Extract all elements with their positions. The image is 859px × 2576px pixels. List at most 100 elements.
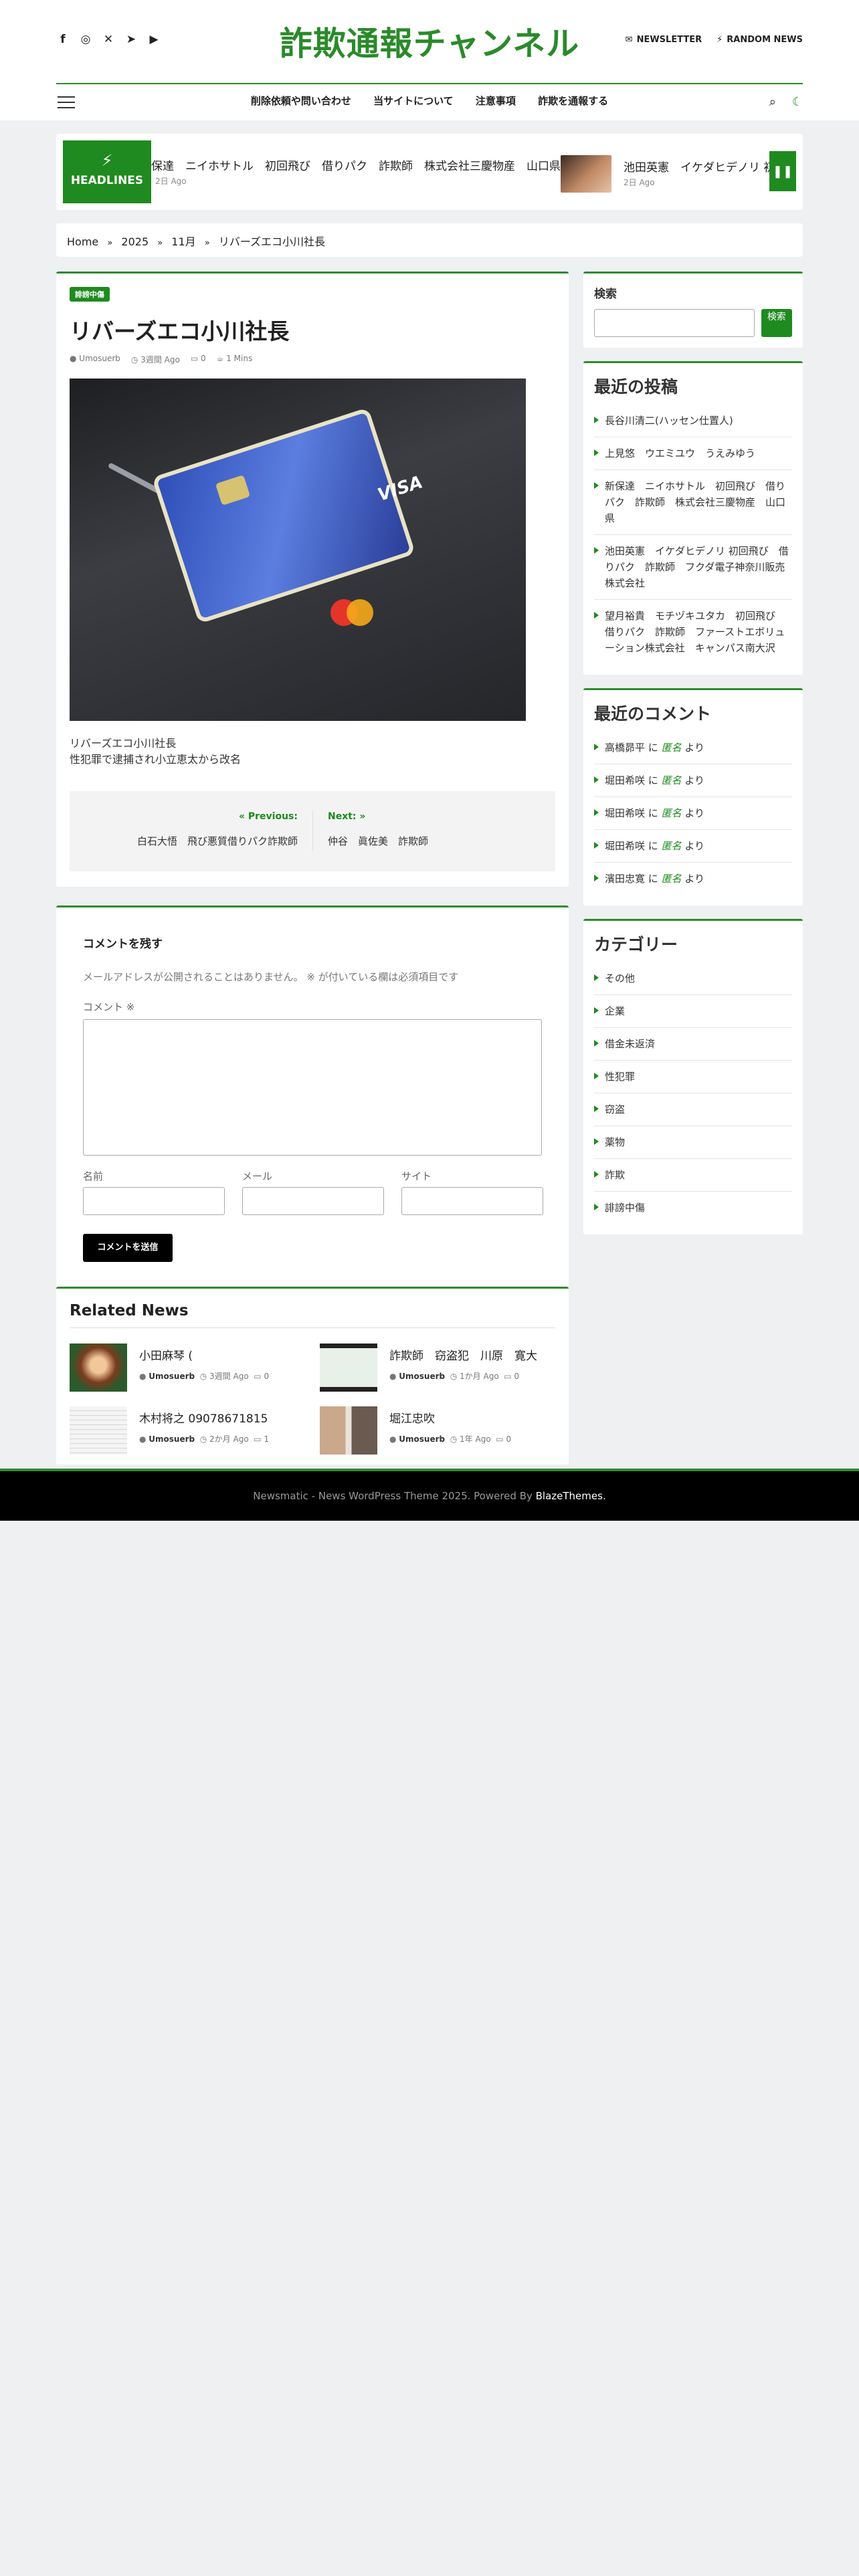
recent-post-item[interactable]: 望月裕貴 モチヅキユタカ 初回飛び 借りパク 詐欺師 ファーストエボリューション… <box>594 600 792 664</box>
mastercard-logo <box>330 599 377 626</box>
comment-textarea[interactable] <box>83 1019 542 1156</box>
site-footer: Newsmatic - News WordPress Theme 2025. P… <box>0 1469 859 1521</box>
comment-post-link[interactable]: 堀田希咲 <box>605 807 645 819</box>
recent-post-item[interactable]: 上見悠 ウエミユウ うえみゆう <box>594 437 792 470</box>
comment-author: 匿名 <box>661 774 682 786</box>
name-label: 名前 <box>83 1170 104 1182</box>
comment-author: 匿名 <box>661 807 682 819</box>
ticker-item-date: 2日 Ago <box>624 178 655 187</box>
category-item[interactable]: 企業 <box>594 995 792 1028</box>
article: 誹謗中傷 リバーズエコ小川社長 ● Umosuerb ◷ 3週間 Ago ▭ 0… <box>56 272 569 887</box>
next-label: Next: <box>328 811 357 822</box>
article-body: リバーズエコ小川社長 性犯罪で逮捕され小立恵太から改名 <box>70 736 555 768</box>
ticker-thumbnail[interactable] <box>561 155 611 193</box>
comment-author: 匿名 <box>661 742 682 754</box>
newsletter-link[interactable]: ✉ NEWSLETTER <box>626 35 702 45</box>
comment-label: コメント ※ <box>83 1001 135 1013</box>
sidebar: 検索 検索 最近の投稿 長谷川清二(ハッセン仕置人) 上見悠 ウエミユウ うえみ… <box>583 272 803 1248</box>
recent-post-item[interactable]: 長谷川清二(ハッセン仕置人) <box>594 405 792 437</box>
recent-comment-item: 堀田希咲 に 匿名 より <box>594 797 792 830</box>
prev-post-link[interactable]: « Previous: 白石大悟 飛び悪質借りパク詐欺師 <box>70 811 312 848</box>
dark-mode-icon[interactable]: ☾ <box>792 95 803 109</box>
chevron-right-icon: » <box>204 238 210 248</box>
comment-post-link[interactable]: 堀田希咲 <box>605 774 645 786</box>
random-news-label: RANDOM NEWS <box>727 35 803 45</box>
related-thumbnail[interactable] <box>70 1406 127 1455</box>
comment-author: 匿名 <box>661 840 682 852</box>
recent-comment-item: 堀田希咲 に 匿名 より <box>594 764 792 797</box>
recent-comment-item: 堀田希咲 に 匿名 より <box>594 830 792 863</box>
breadcrumb-month[interactable]: 11月 <box>171 235 195 248</box>
comment-post-link[interactable]: 高橋昴平 <box>605 742 645 754</box>
bolt-icon: ⚡ <box>717 35 723 45</box>
email-label: メール <box>242 1170 273 1182</box>
author[interactable]: ● Umosuerb <box>70 354 120 365</box>
related-item[interactable]: 小田麻琴 ( ● Umosuerb ◷ 3週間 Ago ▭ 0 <box>70 1344 297 1392</box>
category-item[interactable]: 薬物 <box>594 1126 792 1159</box>
related-meta: ● Umosuerb ◷ 1か月 Ago ▭ 0 <box>389 1372 520 1381</box>
prev-label: Previous: <box>248 811 298 822</box>
newsletter-label: NEWSLETTER <box>636 35 702 45</box>
pause-button[interactable]: ❚❚ <box>769 151 796 191</box>
category-item[interactable]: その他 <box>594 962 792 995</box>
breadcrumb-home[interactable]: Home <box>67 235 98 248</box>
category-item[interactable]: 窃盗 <box>594 1093 792 1126</box>
search-icon[interactable]: ⌕ <box>769 95 776 109</box>
related-news-heading: Related News <box>70 1302 555 1328</box>
website-field[interactable] <box>401 1187 543 1215</box>
mail-icon: ✉ <box>625 35 633 45</box>
category-item[interactable]: 性犯罪 <box>594 1061 792 1093</box>
nav-item-notes[interactable]: 注意事項 <box>476 95 516 107</box>
ticker-item-title[interactable]: 保達 ニイホサトル 初回飛び 借りパク 詐欺師 株式会社三慶物産 山口県 <box>151 156 613 173</box>
next-post-link[interactable]: Next: » 仲谷 眞佐美 詐欺師 <box>312 811 555 851</box>
category-item[interactable]: 誹謗中傷 <box>594 1192 792 1224</box>
body-line: リバーズエコ小川社長 <box>70 737 177 750</box>
related-item[interactable]: 木村将之 09078671815 ● Umosuerb ◷ 2か月 Ago ▭ … <box>70 1406 297 1455</box>
ticker-item-title[interactable]: 池田英憲 イケダヒデノリ 初回 <box>624 158 777 175</box>
double-chevron-left-icon: « <box>238 811 246 822</box>
related-title[interactable]: 堀江忠吹 <box>389 1409 435 1426</box>
body-line: 性犯罪で逮捕され小立恵太から改名 <box>70 753 242 766</box>
name-field[interactable] <box>83 1187 225 1215</box>
comment-count[interactable]: ▭ 0 <box>191 354 206 365</box>
search-button[interactable]: 検索 <box>761 309 792 337</box>
breadcrumb: Home » 2025 » 11月 » リバーズエコ小川社長 <box>56 223 803 257</box>
related-item[interactable]: 詐欺師 窃盗犯 川原 寛大 ● Umosuerb ◷ 1か月 Ago ▭ 0 <box>320 1344 547 1392</box>
category-item[interactable]: 借金未返済 <box>594 1028 792 1061</box>
recent-comments-title: 最近のコメント <box>594 704 712 724</box>
related-title[interactable]: 小田麻琴 ( <box>139 1346 193 1363</box>
search-title: 検索 <box>594 288 617 301</box>
recent-post-item[interactable]: 池田英憲 イケダヒデノリ 初回飛び 借りパク 詐欺師 フクダ電子神奈川販売株式会… <box>594 535 792 600</box>
footer-link[interactable]: BlazeThemes. <box>536 1490 606 1502</box>
related-title[interactable]: 詐欺師 窃盗犯 川原 寛大 <box>389 1346 537 1363</box>
recent-posts-title: 最近の投稿 <box>594 377 678 397</box>
categories-widget: カテゴリー その他 企業 借金未返済 性犯罪 窃盗 薬物 詐欺 誹謗中傷 <box>583 919 803 1235</box>
featured-image: VISA <box>70 379 526 721</box>
bolt-icon: ⚡ <box>101 151 113 170</box>
nav-item-about[interactable]: 当サイトについて <box>373 95 454 107</box>
random-news-link[interactable]: ⚡ RANDOM NEWS <box>717 35 803 45</box>
related-thumbnail[interactable] <box>320 1406 377 1455</box>
related-thumbnail[interactable] <box>320 1344 377 1392</box>
nav-item-report[interactable]: 詐欺を通報する <box>538 95 608 107</box>
related-title[interactable]: 木村将之 09078671815 <box>139 1409 268 1426</box>
headlines-label: ⚡ HEADLINES <box>63 140 151 203</box>
related-item[interactable]: 堀江忠吹 ● Umosuerb ◷ 1年 Ago ▭ 0 <box>320 1406 547 1455</box>
comment-author: 匿名 <box>661 873 682 885</box>
comment-post-link[interactable]: 堀田希咲 <box>605 840 645 852</box>
recent-post-item[interactable]: 新保達 ニイホサトル 初回飛び 借りパク 詐欺師 株式会社三慶物産 山口県 <box>594 470 792 535</box>
comment-form-title: コメントを残す <box>83 938 163 951</box>
comment-post-link[interactable]: 濱田忠寛 <box>605 873 645 885</box>
breadcrumb-year[interactable]: 2025 <box>121 235 149 248</box>
post-navigation: « Previous: 白石大悟 飛び悪質借りパク詐欺師 Next: » 仲谷 … <box>70 791 555 871</box>
category-item[interactable]: 詐欺 <box>594 1159 792 1192</box>
related-thumbnail[interactable] <box>70 1344 127 1392</box>
submit-comment-button[interactable]: コメントを送信 <box>83 1234 173 1262</box>
search-input[interactable] <box>594 309 755 337</box>
prev-post-title: 白石大悟 飛び悪質借りパク詐欺師 <box>136 835 298 847</box>
category-badge[interactable]: 誹謗中傷 <box>70 287 110 302</box>
chevron-right-icon: » <box>107 238 113 248</box>
nav-item-contact[interactable]: 削除依頼や問い合わせ <box>251 95 351 107</box>
post-title: リバーズエコ小川社長 <box>70 318 290 344</box>
email-field[interactable] <box>242 1187 384 1215</box>
